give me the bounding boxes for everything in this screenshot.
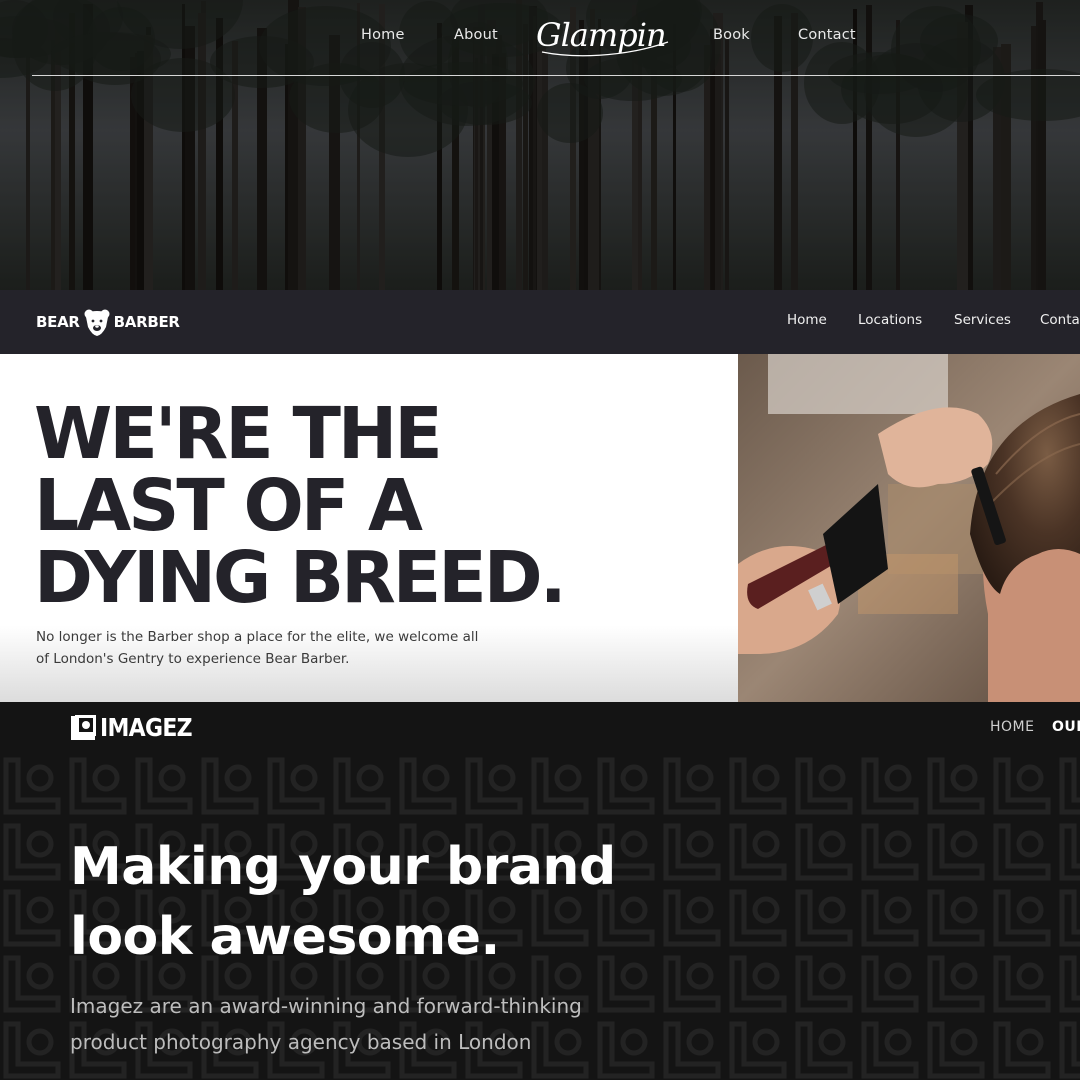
- bear-barber-nav: BEAR BARBER Home Locations Services Cont…: [0, 290, 1080, 354]
- hero-subtext: Imagez are an award-winning and forward-…: [70, 994, 582, 1054]
- barber-haircut-photo: [738, 354, 1080, 702]
- glampin-nav: Home About Glampin Book Contact: [0, 0, 1080, 76]
- nav-our[interactable]: OUR: [1052, 719, 1080, 735]
- imagez-nav: IMAGEZ HOME OUR: [0, 702, 1080, 754]
- hero-headline: Making your brand look awesome.: [70, 832, 616, 972]
- nav-home[interactable]: Home: [787, 312, 827, 328]
- nav-services[interactable]: Services: [954, 312, 1011, 328]
- imagez-hero: IMAGEZ HOME OUR Making your brand look a…: [0, 702, 1080, 1080]
- headline-line: LAST OF A: [34, 464, 423, 547]
- bear-head-icon: [84, 309, 110, 336]
- imagez-logo-icon: [71, 714, 96, 740]
- nav-book[interactable]: Book: [713, 27, 750, 43]
- glampin-logo[interactable]: Glampin: [532, 8, 674, 66]
- hero-headline: WE'RE THE LAST OF A DYING BREED.: [34, 392, 567, 619]
- bear-barber-logo[interactable]: BEAR BARBER: [36, 304, 180, 340]
- logo-word-barber: BARBER: [113, 313, 180, 331]
- nav-contact[interactable]: Contact: [798, 27, 856, 43]
- bear-barber-hero: BEAR BARBER Home Locations Services Cont…: [0, 290, 1080, 702]
- nav-about[interactable]: About: [454, 27, 498, 43]
- glampin-hero: Home About Glampin Book Contact: [0, 0, 1080, 290]
- nav-divider: [32, 75, 1080, 76]
- nav-locations[interactable]: Locations: [858, 312, 922, 328]
- bear-barber-hero-text-panel: WE'RE THE LAST OF A DYING BREED. No long…: [0, 354, 738, 702]
- nav-home[interactable]: Home: [361, 27, 405, 43]
- imagez-logo-text: IMAGEZ: [100, 713, 193, 742]
- nav-contact[interactable]: Contac: [1040, 312, 1080, 328]
- nav-home[interactable]: HOME: [990, 719, 1034, 735]
- headline-line: WE'RE THE: [34, 392, 443, 475]
- hero-subtext: No longer is the Barber shop a place for…: [36, 629, 479, 667]
- headline-line: DYING BREED.: [34, 536, 567, 619]
- logo-word-bear: BEAR: [36, 313, 80, 331]
- imagez-logo[interactable]: IMAGEZ: [70, 713, 204, 742]
- headline-line: look awesome.: [70, 907, 500, 967]
- headline-line: Making your brand: [70, 837, 616, 897]
